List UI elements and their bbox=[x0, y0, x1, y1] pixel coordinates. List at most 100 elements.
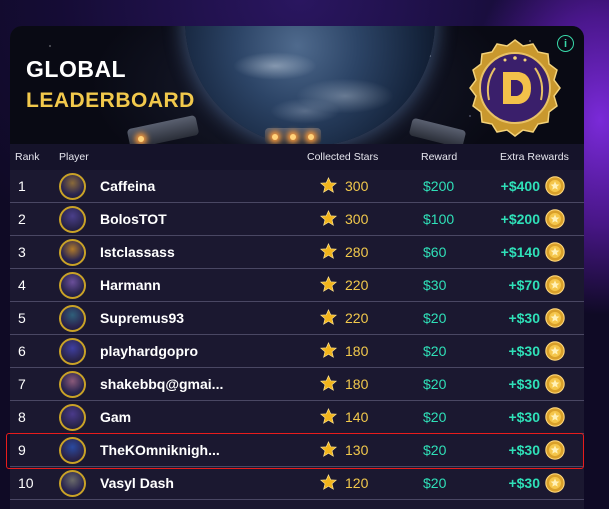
trophy-badge-icon bbox=[545, 176, 565, 196]
trophy-badge-icon bbox=[545, 440, 565, 460]
avatar[interactable] bbox=[59, 173, 86, 200]
engine-glow-4 bbox=[308, 134, 314, 140]
trophy-badge-icon bbox=[545, 308, 565, 328]
table-row[interactable]: 1 Caffeina 300 $200 +$400 bbox=[10, 170, 584, 203]
banner-title-global: GLOBAL bbox=[26, 56, 127, 82]
reward-value: $20 bbox=[423, 409, 447, 425]
rank-cell: 1 bbox=[18, 178, 26, 194]
rank-cell: 2 bbox=[18, 211, 26, 227]
avatar[interactable] bbox=[59, 338, 86, 365]
engine-glow-3 bbox=[290, 134, 296, 140]
extra-reward-value: +$30 bbox=[508, 475, 540, 491]
table-row[interactable]: 5 Supremus93 220 $20 +$30 bbox=[10, 302, 584, 335]
rank-cell: 10 bbox=[18, 475, 34, 491]
reward-value: $20 bbox=[423, 310, 447, 326]
header-player: Player bbox=[59, 151, 89, 163]
reward-value: $20 bbox=[423, 475, 447, 491]
rank-cell: 9 bbox=[18, 442, 26, 458]
reward-value: $200 bbox=[423, 178, 455, 194]
star-icon bbox=[320, 243, 337, 259]
star-icon bbox=[320, 309, 337, 325]
table-row[interactable]: 3 Istclassass 280 $60 +$140 bbox=[10, 236, 584, 269]
rank-cell: 3 bbox=[18, 244, 26, 260]
avatar[interactable] bbox=[59, 305, 86, 332]
player-name[interactable]: Caffeina bbox=[100, 178, 155, 194]
avatar[interactable] bbox=[59, 437, 86, 464]
reward-value: $20 bbox=[423, 442, 447, 458]
trophy-badge-icon bbox=[545, 275, 565, 295]
collected-stars-value: 140 bbox=[345, 409, 369, 425]
star-icon bbox=[320, 441, 337, 457]
extra-reward-value: +$30 bbox=[508, 409, 540, 425]
collected-stars-value: 300 bbox=[345, 178, 369, 194]
star-icon bbox=[320, 408, 337, 424]
rank-cell: 5 bbox=[18, 310, 26, 326]
trophy-badge-icon bbox=[545, 242, 565, 262]
rank-cell: 4 bbox=[18, 277, 26, 293]
table-row[interactable]: 8 Gam 140 $20 +$30 bbox=[10, 401, 584, 434]
engine-glow-1 bbox=[138, 136, 144, 142]
rank-cell: 8 bbox=[18, 409, 26, 425]
extra-reward-value: +$30 bbox=[508, 442, 540, 458]
table-row[interactable]: 2 BolosTOT 300 $100 +$200 bbox=[10, 203, 584, 236]
player-name[interactable]: Istclassass bbox=[100, 244, 175, 260]
collected-stars-value: 130 bbox=[345, 442, 369, 458]
table-row[interactable]: 4 Harmann 220 $30 +$70 bbox=[10, 269, 584, 302]
extra-reward-value: +$70 bbox=[508, 277, 540, 293]
collected-stars-value: 220 bbox=[345, 277, 369, 293]
banner-title-leaderboard: LEADERBOARD bbox=[26, 89, 195, 112]
avatar[interactable] bbox=[59, 239, 86, 266]
collected-stars-value: 180 bbox=[345, 376, 369, 392]
engine-glow-2 bbox=[272, 134, 278, 140]
collected-stars-value: 180 bbox=[345, 343, 369, 359]
player-name[interactable]: Vasyl Dash bbox=[100, 475, 174, 491]
table-row[interactable]: 9 TheKOmniknigh... 130 $20 +$30 bbox=[10, 434, 584, 467]
player-name[interactable]: TheKOmniknigh... bbox=[100, 442, 220, 458]
gold-medal-icon bbox=[469, 39, 561, 137]
rank-cell: 6 bbox=[18, 343, 26, 359]
trophy-badge-icon bbox=[545, 374, 565, 394]
table-row[interactable]: 6 playhardgopro 180 $20 +$30 bbox=[10, 335, 584, 368]
player-name[interactable]: BolosTOT bbox=[100, 211, 167, 227]
header-reward: Reward bbox=[421, 151, 458, 163]
player-name[interactable]: shakebbq@gmai... bbox=[100, 376, 223, 392]
trophy-badge-icon bbox=[545, 209, 565, 229]
player-name[interactable]: Supremus93 bbox=[100, 310, 184, 326]
extra-reward-value: +$30 bbox=[508, 310, 540, 326]
extra-reward-value: +$140 bbox=[500, 244, 540, 260]
player-name[interactable]: Gam bbox=[100, 409, 131, 425]
reward-value: $60 bbox=[423, 244, 447, 260]
trophy-badge-icon bbox=[545, 341, 565, 361]
avatar[interactable] bbox=[59, 272, 86, 299]
reward-value: $30 bbox=[423, 277, 447, 293]
extra-reward-value: +$30 bbox=[508, 376, 540, 392]
leaderboard-banner: GLOBAL LEADERBOARD i bbox=[10, 26, 584, 144]
trophy-badge-icon bbox=[545, 473, 565, 493]
header-rank: Rank bbox=[15, 151, 40, 163]
reward-value: $20 bbox=[423, 376, 447, 392]
avatar[interactable] bbox=[59, 470, 86, 497]
star-icon bbox=[320, 276, 337, 292]
table-header: Rank Player Collected Stars Reward Extra… bbox=[10, 144, 584, 170]
trophy-badge-icon bbox=[545, 407, 565, 427]
collected-stars-value: 120 bbox=[345, 475, 369, 491]
star-icon bbox=[320, 177, 337, 193]
header-extra-rewards: Extra Rewards bbox=[500, 151, 569, 163]
leaderboard-panel: GLOBAL LEADERBOARD i Rank Player Collect… bbox=[10, 26, 584, 509]
star-icon bbox=[320, 342, 337, 358]
avatar[interactable] bbox=[59, 371, 86, 398]
reward-value: $20 bbox=[423, 343, 447, 359]
avatar[interactable] bbox=[59, 404, 86, 431]
star-icon bbox=[320, 474, 337, 490]
table-row[interactable]: 10 Vasyl Dash 120 $20 +$30 bbox=[10, 467, 584, 500]
player-name[interactable]: playhardgopro bbox=[100, 343, 198, 359]
rank-cell: 7 bbox=[18, 376, 26, 392]
reward-value: $100 bbox=[423, 211, 455, 227]
header-collected-stars: Collected Stars bbox=[307, 151, 379, 163]
table-row[interactable]: 7 shakebbq@gmai... 180 $20 +$30 bbox=[10, 368, 584, 401]
avatar[interactable] bbox=[59, 206, 86, 233]
player-name[interactable]: Harmann bbox=[100, 277, 161, 293]
star-icon bbox=[320, 210, 337, 226]
extra-reward-value: +$30 bbox=[508, 343, 540, 359]
extra-reward-value: +$400 bbox=[500, 178, 540, 194]
